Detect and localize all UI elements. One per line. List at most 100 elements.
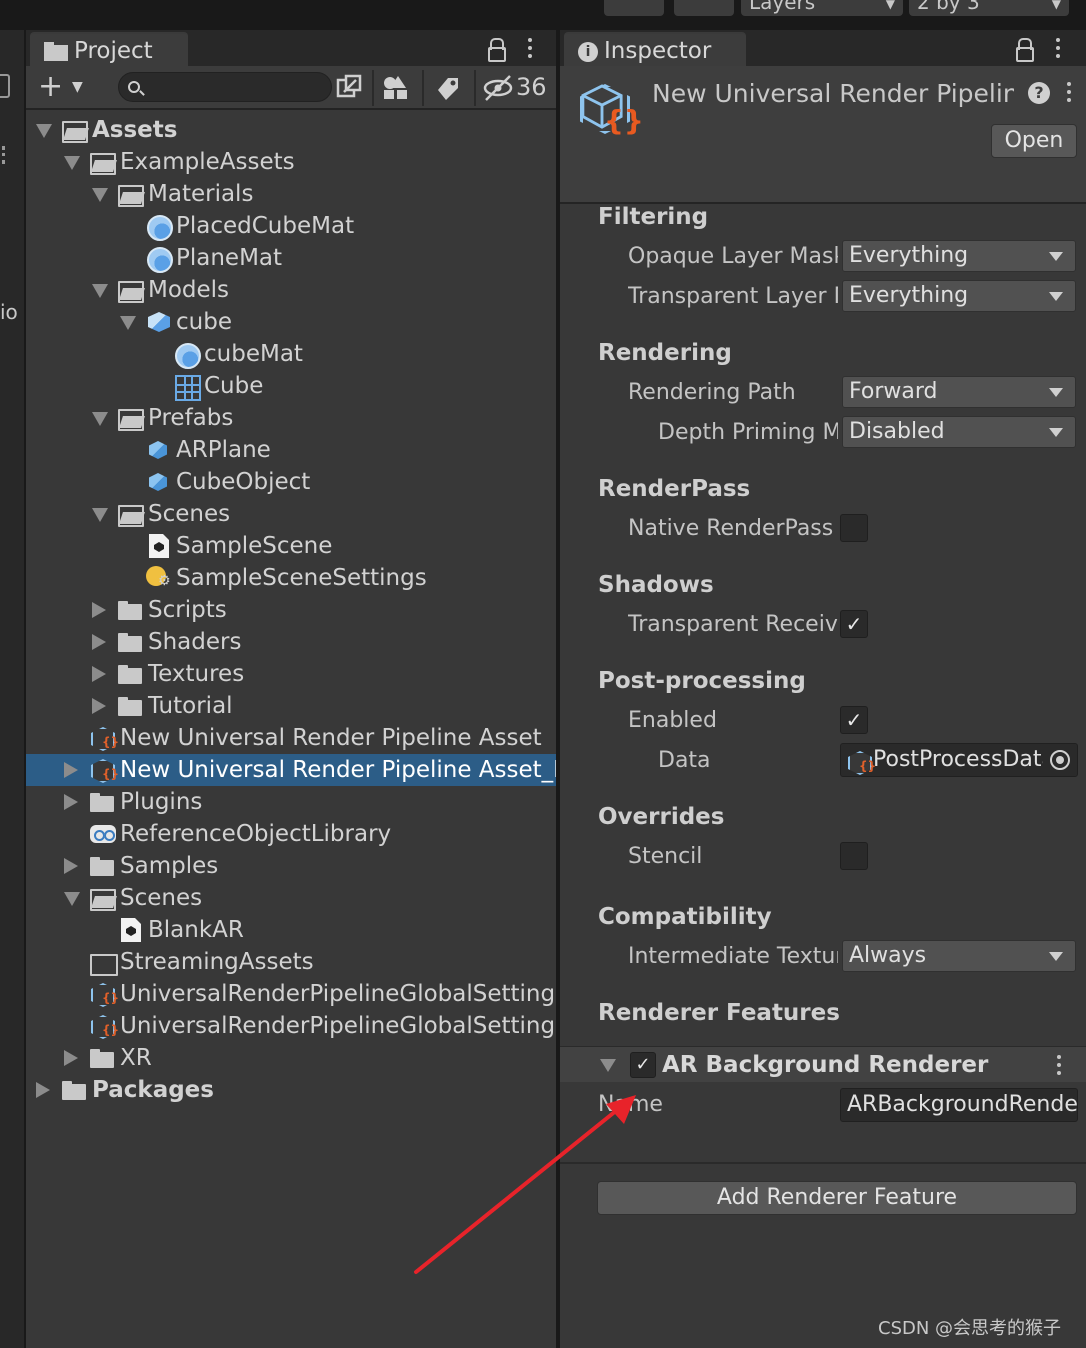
expanded-arrow-icon[interactable] [92,508,108,522]
folder-icon [118,630,144,654]
tree-item[interactable]: Models [26,274,556,306]
post-processing-enabled-checkbox[interactable]: ✓ [840,706,868,734]
chevron-down-icon [1049,388,1063,397]
search-input[interactable] [149,75,325,99]
post-processing-data-field[interactable]: PostProcessData [840,743,1078,777]
filter-by-label-icon[interactable] [428,70,468,106]
tree-item[interactable]: CubeObject [26,466,556,498]
collapsed-arrow-icon[interactable] [92,698,106,714]
renderer-feature-enabled-checkbox[interactable]: ✓ [630,1052,656,1078]
expanded-arrow-icon[interactable] [120,316,136,330]
depth-priming-mode-dropdown[interactable]: Disabled [842,416,1076,448]
folder-icon [90,790,116,814]
intermediate-texture-dropdown[interactable]: Always [842,940,1076,972]
material-icon [146,214,173,241]
open-button[interactable]: Open [991,124,1077,158]
tree-item[interactable]: Assets [26,114,556,146]
collapsed-arrow-icon[interactable] [64,762,78,778]
tree-item[interactable]: Packages [26,1074,556,1106]
tree-item[interactable]: SampleSceneSettings [26,562,556,594]
tree-item[interactable]: Scripts [26,594,556,626]
expanded-arrow-icon[interactable] [92,188,108,202]
collapsed-arrow-icon[interactable] [92,634,106,650]
expanded-arrow-icon[interactable] [64,892,80,906]
tree-item[interactable]: Scenes [26,882,556,914]
tree-item[interactable]: Shaders [26,626,556,658]
layers-dropdown[interactable]: Layers ▼ [741,0,903,16]
tree-item[interactable]: XR [26,1042,556,1074]
lock-icon[interactable] [488,38,506,62]
tree-item[interactable]: ReferenceObjectLibrary [26,818,556,850]
toolbar-divider [422,70,424,106]
transparent-receive-shadows-checkbox[interactable]: ✓ [840,610,868,638]
transparent-layer-mask-dropdown[interactable]: Everything [842,280,1076,312]
stencil-checkbox[interactable] [840,842,868,870]
collapsed-arrow-icon[interactable] [64,1050,78,1066]
lock-icon[interactable] [1016,38,1034,62]
tree-item[interactable]: Textures [26,658,556,690]
tree-item-label: PlacedCubeMat [176,213,355,239]
collapsed-arrow-icon[interactable] [36,1082,50,1098]
native-renderpass-checkbox[interactable] [840,514,868,542]
collapsed-arrow-icon[interactable] [64,858,78,874]
tree-item[interactable]: BlankAR [26,914,556,946]
hidden-packages-count: 36 [516,73,547,101]
tree-item[interactable]: Materials [26,178,556,210]
search-field[interactable] [118,72,332,102]
tree-item[interactable]: Plugins [26,786,556,818]
tree-item[interactable]: ExampleAssets [26,146,556,178]
rendering-path-dropdown[interactable]: Forward [842,376,1076,408]
tree-item[interactable]: Tutorial [26,690,556,722]
clipped-text: io [0,300,18,324]
tree-item[interactable]: PlaneMat [26,242,556,274]
feature-name-field[interactable]: ARBackgroundRendererFeature [840,1088,1078,1122]
tree-item[interactable]: Scenes [26,498,556,530]
renderer-feature-header[interactable]: ✓ AR Background Renderer Feature [560,1046,1086,1082]
history-button[interactable] [604,0,664,16]
foldout-arrow-icon[interactable] [600,1059,616,1072]
tab-inspector[interactable]: i Inspector [564,32,746,68]
expanded-arrow-icon[interactable] [64,156,80,170]
kebab-menu-icon[interactable] [1056,1055,1062,1077]
kebab-menu-icon[interactable] [527,38,533,60]
tree-item[interactable]: Prefabs [26,402,556,434]
expanded-arrow-icon[interactable] [92,412,108,426]
collapsed-arrow-icon[interactable] [92,602,106,618]
expanded-arrow-icon[interactable] [36,124,52,138]
tree-item[interactable]: cube [26,306,556,338]
tree-item[interactable]: UniversalRenderPipelineGlobalSettings [26,1010,556,1042]
search-toolbar-button[interactable] [674,0,734,16]
tab-project[interactable]: Project [30,32,188,68]
tree-item[interactable]: New Universal Render Pipeline Asset_Rend… [26,754,556,786]
filter-by-type-icon[interactable] [376,70,416,106]
expanded-arrow-icon[interactable] [92,284,108,298]
opaque-layer-mask-dropdown[interactable]: Everything [842,240,1076,272]
intermediate-texture-label: Intermediate Texture [628,944,838,969]
tree-item[interactable]: Cube [26,370,556,402]
tree-item[interactable]: PlacedCubeMat [26,210,556,242]
help-icon[interactable]: ? [1028,82,1050,104]
panel-icon [0,74,10,98]
tree-item[interactable]: SampleScene [26,530,556,562]
object-picker-icon[interactable] [1043,744,1077,776]
folder-icon [118,598,144,622]
layout-dropdown[interactable]: 2 by 3 ▼ [909,0,1069,16]
folder-icon [118,694,144,718]
chevron-down-icon[interactable]: ▼ [72,79,83,95]
kebab-menu-icon[interactable] [1066,82,1072,104]
create-button[interactable]: + [38,72,63,102]
collapsed-arrow-icon[interactable] [64,794,78,810]
tree-item[interactable]: StreamingAssets [26,946,556,978]
collapsed-arrow-icon[interactable] [92,666,106,682]
braces-glyph: {} [604,104,644,137]
tree-item[interactable]: ARPlane [26,434,556,466]
add-renderer-feature-button[interactable]: Add Renderer Feature [597,1181,1077,1215]
hidden-packages-icon[interactable] [482,70,514,106]
tree-item[interactable]: New Universal Render Pipeline Asset [26,722,556,754]
kebab-menu-icon[interactable] [1055,38,1061,60]
tree-item[interactable]: Samples [26,850,556,882]
tree-item-label: UniversalRenderPipelineGlobalSettings [120,1013,556,1039]
search-by-type-button[interactable] [330,70,370,106]
tree-item[interactable]: cubeMat [26,338,556,370]
tree-item[interactable]: UniversalRenderPipelineGlobalSettings [26,978,556,1010]
